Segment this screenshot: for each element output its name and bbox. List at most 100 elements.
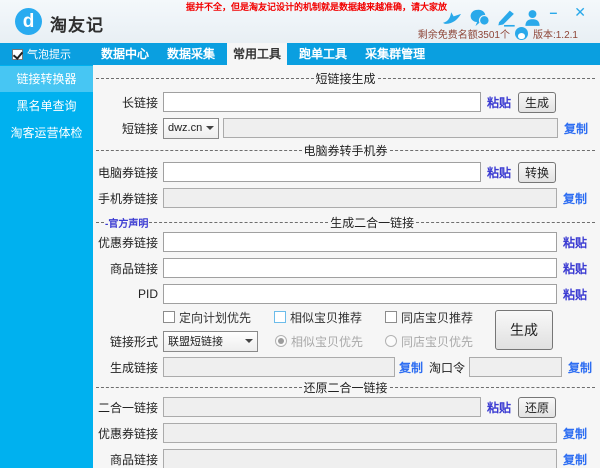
mobile-coupon-output[interactable]	[163, 188, 557, 208]
radio-same-shop-first[interactable]: 同店宝贝优先	[385, 333, 495, 350]
section-title: 电脑券转手机券	[304, 142, 388, 159]
convert-button[interactable]: 转换	[518, 162, 556, 183]
version-text: 版本:1.2.1	[533, 26, 578, 41]
long-link-row: 长链接 粘贴 生成	[93, 92, 600, 112]
paste-pid[interactable]: 粘贴	[563, 286, 587, 303]
chevron-down-icon	[206, 126, 214, 130]
sidebar: 链接转换器 黑名单查询 淘客运营体检	[0, 65, 93, 468]
restore-button[interactable]: 还原	[518, 397, 556, 418]
checkbox-icon[interactable]	[274, 311, 286, 323]
tab-common-tools[interactable]: 常用工具	[227, 43, 287, 65]
radio-icon[interactable]	[275, 335, 287, 347]
copy-coupon-out[interactable]: 复制	[563, 425, 587, 442]
avatar-icon	[515, 27, 528, 40]
checkbox-label: 相似宝贝推荐	[290, 309, 362, 326]
paste-long-link[interactable]: 粘贴	[487, 94, 511, 111]
main-panel: 短链接生成 长链接 粘贴 生成 短链接 dwz.cn 复制 电脑券转手机券 电脑…	[93, 65, 600, 468]
coupon-out-row: 优惠券链接 复制	[93, 423, 600, 443]
paste-pc-coupon[interactable]: 粘贴	[487, 164, 511, 181]
radio-icon[interactable]	[385, 335, 397, 347]
item-link-label: 商品链接	[93, 260, 158, 277]
bubble-tip-checkbox[interactable]	[12, 49, 23, 60]
close-button[interactable]: ✕	[574, 5, 586, 19]
divider-short-link: 短链接生成	[96, 72, 595, 85]
quota-text: 剩余免费名额3501个	[418, 26, 510, 41]
coupon-link-row: 优惠券链接 粘贴	[93, 232, 600, 252]
copy-taokouling[interactable]: 复制	[568, 359, 592, 376]
copy-result-link[interactable]: 复制	[399, 359, 423, 376]
combine-options-row: 定向计划优先 相似宝贝推荐 同店宝贝推荐	[163, 310, 496, 324]
combo-link-input[interactable]	[163, 397, 481, 417]
window-controls: – ✕	[549, 5, 586, 19]
bird-icon[interactable]	[442, 9, 462, 27]
app-window: d 淘友记 据并不全，但是淘友记设计的机制就是数据越来越准确，请大家放	[0, 0, 600, 468]
checkbox-icon[interactable]	[385, 311, 397, 323]
section-title: 短链接生成	[316, 70, 376, 87]
combo-link-label: 二合一链接	[93, 399, 158, 416]
app-logo-icon: d	[15, 8, 42, 35]
item-out-output[interactable]	[163, 449, 557, 468]
coupon-link-input[interactable]	[163, 232, 557, 252]
pencil-icon[interactable]	[497, 9, 516, 27]
provider-value: dwz.cn	[168, 122, 202, 134]
pc-coupon-row: 电脑券链接 粘贴 转换	[93, 162, 600, 182]
user-icon[interactable]	[523, 9, 542, 27]
result-link-label: 生成链接	[93, 359, 158, 376]
minimize-button[interactable]: –	[549, 5, 557, 19]
coupon-link-label: 优惠券链接	[93, 234, 158, 251]
link-form-select[interactable]: 联盟短链接	[163, 331, 258, 352]
radio-label: 同店宝贝优先	[401, 333, 473, 350]
bubble-tip-toggle[interactable]: 气泡提示	[12, 43, 71, 65]
tab-data-collect[interactable]: 数据采集	[161, 43, 221, 65]
radio-similar-first[interactable]: 相似宝贝优先	[275, 333, 385, 350]
section-title: 还原二合一链接	[304, 379, 388, 396]
bubble-tip-label: 气泡提示	[27, 46, 71, 62]
checkbox-directional-plan[interactable]: 定向计划优先	[163, 309, 274, 326]
checkbox-icon[interactable]	[163, 311, 175, 323]
titlebar: d 淘友记 据并不全，但是淘友记设计的机制就是数据越来越准确，请大家放	[0, 0, 600, 43]
link-form-label: 链接形式	[93, 333, 158, 350]
navbar: 气泡提示 数据中心 数据采集 常用工具 跑单工具 采集群管理	[0, 43, 600, 65]
long-link-input[interactable]	[163, 92, 481, 112]
divider-combine: -官方声明 生成二合一链接	[96, 216, 595, 229]
result-link-output[interactable]	[163, 357, 395, 377]
combo-link-row: 二合一链接 粘贴 还原	[93, 397, 600, 417]
checkbox-same-shop-recommend[interactable]: 同店宝贝推荐	[385, 309, 496, 326]
link-form-value: 联盟短链接	[168, 333, 223, 349]
sidebar-item-blacklist[interactable]: 黑名单查询	[0, 93, 93, 119]
item-link-input[interactable]	[163, 258, 557, 278]
sidebar-item-link-converter[interactable]: 链接转换器	[0, 66, 93, 92]
coupon-out-output[interactable]	[163, 423, 557, 443]
generate-combined-button[interactable]: 生成	[495, 310, 553, 350]
paste-combo-link[interactable]: 粘贴	[487, 399, 511, 416]
taokouling-output[interactable]	[469, 357, 562, 377]
copy-short-link[interactable]: 复制	[564, 120, 588, 137]
result-row: 生成链接 复制 淘口令 复制	[93, 357, 600, 377]
nav-tabs: 数据中心 数据采集 常用工具 跑单工具 采集群管理	[95, 43, 431, 65]
checkbox-label: 定向计划优先	[179, 309, 251, 326]
generate-short-link-button[interactable]: 生成	[518, 92, 556, 113]
item-out-row: 商品链接 复制	[93, 449, 600, 468]
paste-coupon-link[interactable]: 粘贴	[563, 234, 587, 251]
taokouling-label: 淘口令	[429, 359, 465, 376]
pid-input[interactable]	[163, 284, 557, 304]
pid-row: PID 粘贴	[93, 284, 600, 304]
paste-item-link[interactable]: 粘贴	[563, 260, 587, 277]
checkbox-similar-recommend[interactable]: 相似宝贝推荐	[274, 309, 385, 326]
short-link-provider-select[interactable]: dwz.cn	[163, 118, 219, 139]
mobile-coupon-label: 手机券链接	[93, 190, 158, 207]
titlebar-icons	[442, 9, 542, 27]
official-disclaimer-link[interactable]: -官方声明	[105, 215, 148, 230]
pid-label: PID	[93, 287, 158, 301]
pc-coupon-input[interactable]	[163, 162, 481, 182]
chat-icon[interactable]	[469, 9, 490, 27]
section-title: 生成二合一链接	[330, 214, 414, 231]
copy-mobile-coupon[interactable]: 复制	[563, 190, 587, 207]
copy-item-out[interactable]: 复制	[563, 451, 587, 468]
tab-group-manage[interactable]: 采集群管理	[359, 43, 431, 65]
tab-order-tools[interactable]: 跑单工具	[293, 43, 353, 65]
sidebar-item-health-check[interactable]: 淘客运营体检	[0, 120, 93, 146]
divider-restore: 还原二合一链接	[96, 381, 595, 394]
short-link-output[interactable]	[223, 118, 558, 138]
tab-data-center[interactable]: 数据中心	[95, 43, 155, 65]
